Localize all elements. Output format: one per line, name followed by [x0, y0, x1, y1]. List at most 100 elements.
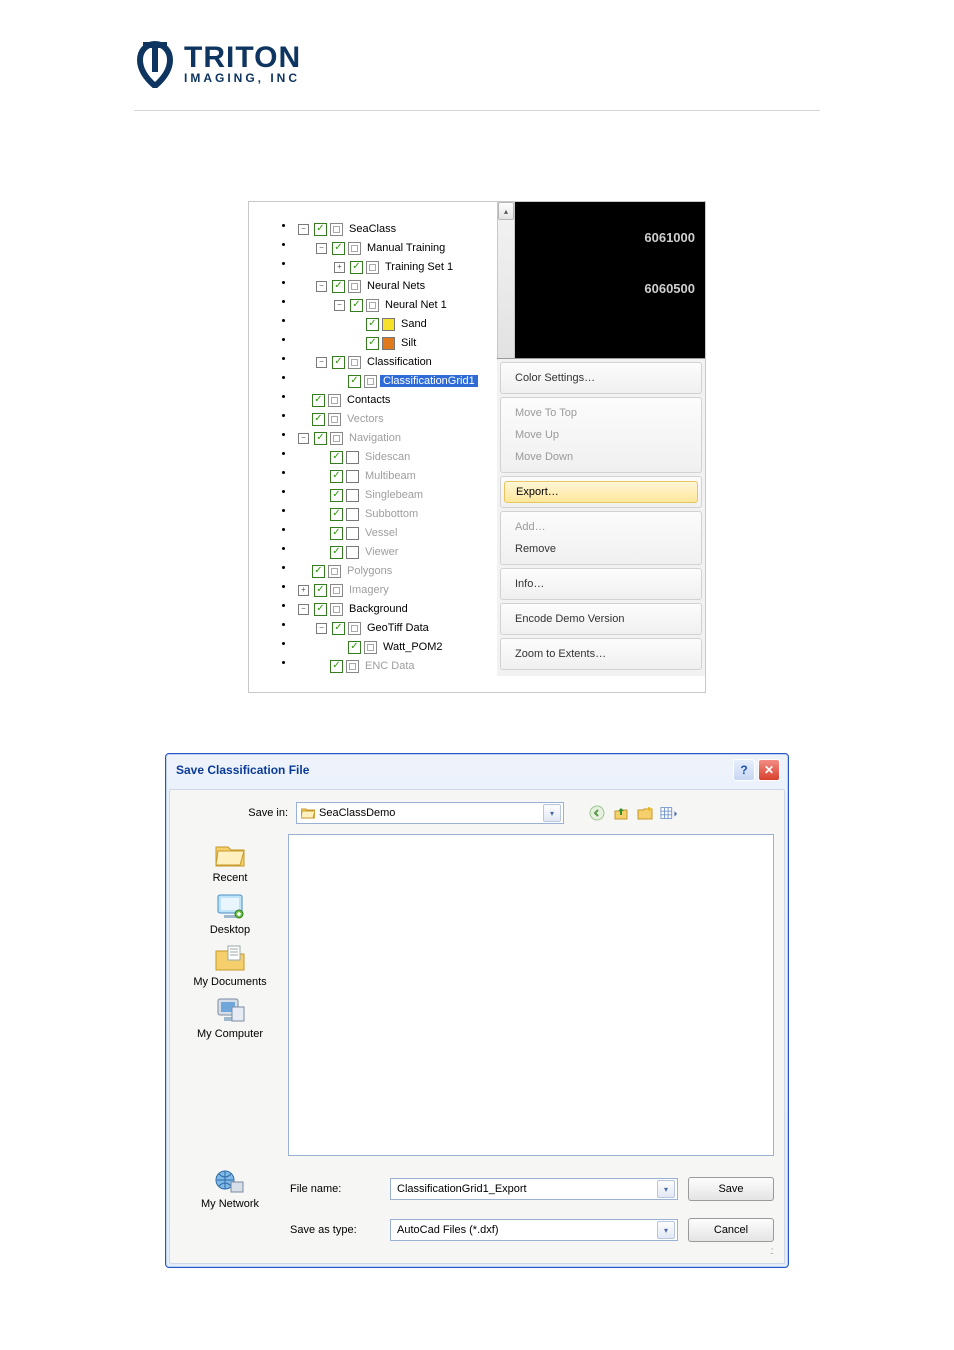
save-in-combo[interactable]: SeaClassDemo ▾ — [296, 802, 564, 824]
places-item[interactable]: Recent — [212, 838, 248, 884]
places-item[interactable]: Desktop — [210, 890, 250, 936]
tree-node-label[interactable]: Background — [346, 603, 411, 615]
collapse-icon[interactable]: − — [298, 433, 309, 444]
tree-node-label[interactable]: Neural Net 1 — [382, 299, 450, 311]
context-menu-item[interactable]: Encode Demo Version — [501, 608, 701, 630]
tree-node-label[interactable]: SeaClass — [346, 223, 399, 235]
file-list-area[interactable] — [288, 834, 774, 1156]
tree-node-label[interactable]: Vectors — [344, 413, 387, 425]
resize-grip-icon[interactable]: .:: — [180, 1246, 774, 1257]
expand-icon[interactable]: + — [298, 585, 309, 596]
visibility-checkbox[interactable] — [330, 546, 343, 559]
tree-node-label[interactable]: Singlebeam — [362, 489, 426, 501]
collapse-icon[interactable]: − — [316, 357, 327, 368]
tree-node-label[interactable]: Watt_POM2 — [380, 641, 446, 653]
tree-node-label[interactable]: Training Set 1 — [382, 261, 456, 273]
places-item[interactable]: My Documents — [193, 942, 266, 988]
tree-node-label[interactable]: GeoTiff Data — [364, 622, 432, 634]
tree-node-label[interactable]: Neural Nets — [364, 280, 428, 292]
tree-node-label[interactable]: Sand — [398, 318, 430, 330]
tree-node-label[interactable]: ENC Data — [362, 660, 418, 672]
collapse-icon[interactable]: − — [298, 604, 309, 615]
collapse-icon[interactable]: − — [334, 300, 345, 311]
context-menu-item[interactable]: Color Settings… — [501, 367, 701, 389]
context-menu-item[interactable]: Zoom to Extents… — [501, 643, 701, 665]
view-menu-icon[interactable] — [660, 804, 678, 822]
new-folder-icon[interactable] — [636, 804, 654, 822]
places-bar[interactable]: Recent Desktop My Documents My Computer — [180, 834, 280, 1156]
visibility-checkbox[interactable] — [366, 337, 379, 350]
collapse-icon[interactable]: − — [316, 623, 327, 634]
visibility-checkbox[interactable] — [348, 641, 361, 654]
visibility-checkbox[interactable] — [330, 660, 343, 673]
tree-node-label[interactable]: Silt — [398, 337, 419, 349]
tree-node-label[interactable]: ClassificationGrid1 — [380, 375, 478, 387]
layer-tree[interactable]: − SeaClass − Manual Training + Training Set 1… — [249, 202, 497, 692]
layer-group-icon — [328, 565, 341, 578]
chevron-down-icon[interactable]: ▾ — [657, 1221, 675, 1239]
visibility-checkbox[interactable] — [332, 356, 345, 369]
tree-node-label[interactable]: Manual Training — [364, 242, 448, 254]
tree-node-label[interactable]: Navigation — [346, 432, 404, 444]
collapse-icon[interactable]: − — [298, 224, 309, 235]
tree-node-label[interactable]: Contacts — [344, 394, 393, 406]
context-menu-item[interactable]: Export… — [504, 481, 698, 503]
visibility-checkbox[interactable] — [314, 223, 327, 236]
visibility-checkbox[interactable] — [332, 622, 345, 635]
visibility-checkbox[interactable] — [312, 565, 325, 578]
context-menu-item[interactable]: Remove — [501, 538, 701, 560]
tree-node-label[interactable]: Sidescan — [362, 451, 413, 463]
visibility-checkbox[interactable] — [330, 527, 343, 540]
visibility-checkbox[interactable] — [314, 432, 327, 445]
collapse-icon[interactable]: − — [316, 243, 327, 254]
visibility-checkbox[interactable] — [330, 489, 343, 502]
filename-label: File name: — [290, 1183, 380, 1195]
tree-node-label[interactable]: Polygons — [344, 565, 395, 577]
tree-node-label[interactable]: Vessel — [362, 527, 400, 539]
tree-node-label[interactable]: Subbottom — [362, 508, 421, 520]
visibility-checkbox[interactable] — [330, 470, 343, 483]
save-button[interactable]: Save — [688, 1177, 774, 1201]
save-in-label: Save in: — [228, 807, 288, 819]
collapse-icon[interactable]: − — [316, 281, 327, 292]
up-one-level-icon[interactable] — [612, 804, 630, 822]
visibility-checkbox[interactable] — [330, 508, 343, 521]
chevron-down-icon[interactable]: ▾ — [543, 804, 561, 822]
visibility-checkbox[interactable] — [314, 603, 327, 616]
triton-logo-icon — [134, 40, 176, 88]
visibility-checkbox[interactable] — [312, 413, 325, 426]
context-menu[interactable]: Color Settings…Move To TopMove UpMove Do… — [497, 358, 705, 676]
layer-box-icon — [346, 489, 359, 502]
visibility-checkbox[interactable] — [350, 261, 363, 274]
visibility-checkbox[interactable] — [314, 584, 327, 597]
visibility-checkbox[interactable] — [348, 375, 361, 388]
visibility-checkbox[interactable] — [312, 394, 325, 407]
tree-node-label[interactable]: Classification — [364, 356, 435, 368]
visibility-checkbox[interactable] — [330, 451, 343, 464]
visibility-checkbox[interactable] — [332, 242, 345, 255]
tree-node-label[interactable]: Imagery — [346, 584, 392, 596]
places-icon — [212, 994, 248, 1026]
legend-color-swatch — [382, 337, 395, 350]
chevron-down-icon[interactable]: ▾ — [657, 1180, 675, 1198]
filename-input[interactable]: ClassificationGrid1_Export ▾ — [390, 1178, 678, 1200]
places-item[interactable]: My Network — [180, 1168, 280, 1210]
visibility-checkbox[interactable] — [332, 280, 345, 293]
cancel-button[interactable]: Cancel — [688, 1218, 774, 1242]
scroll-up-icon[interactable]: ▴ — [498, 202, 514, 220]
tree-node-label[interactable]: Viewer — [362, 546, 401, 558]
layer-group-icon — [348, 280, 361, 293]
places-item[interactable]: My Computer — [197, 994, 263, 1040]
visibility-checkbox[interactable] — [366, 318, 379, 331]
close-button[interactable]: ✕ — [758, 759, 780, 781]
visibility-checkbox[interactable] — [350, 299, 363, 312]
tree-node-label[interactable]: Multibeam — [362, 470, 419, 482]
help-button[interactable]: ? — [733, 759, 755, 781]
filetype-combo[interactable]: AutoCad Files (*.dxf) ▾ — [390, 1219, 678, 1241]
context-menu-item[interactable]: Info… — [501, 573, 701, 595]
expand-icon[interactable]: + — [334, 262, 345, 273]
context-menu-item: Move To Top — [501, 402, 701, 424]
legend-color-swatch — [382, 318, 395, 331]
map-scrollbar[interactable]: ▴ — [497, 202, 515, 358]
back-icon[interactable] — [588, 804, 606, 822]
